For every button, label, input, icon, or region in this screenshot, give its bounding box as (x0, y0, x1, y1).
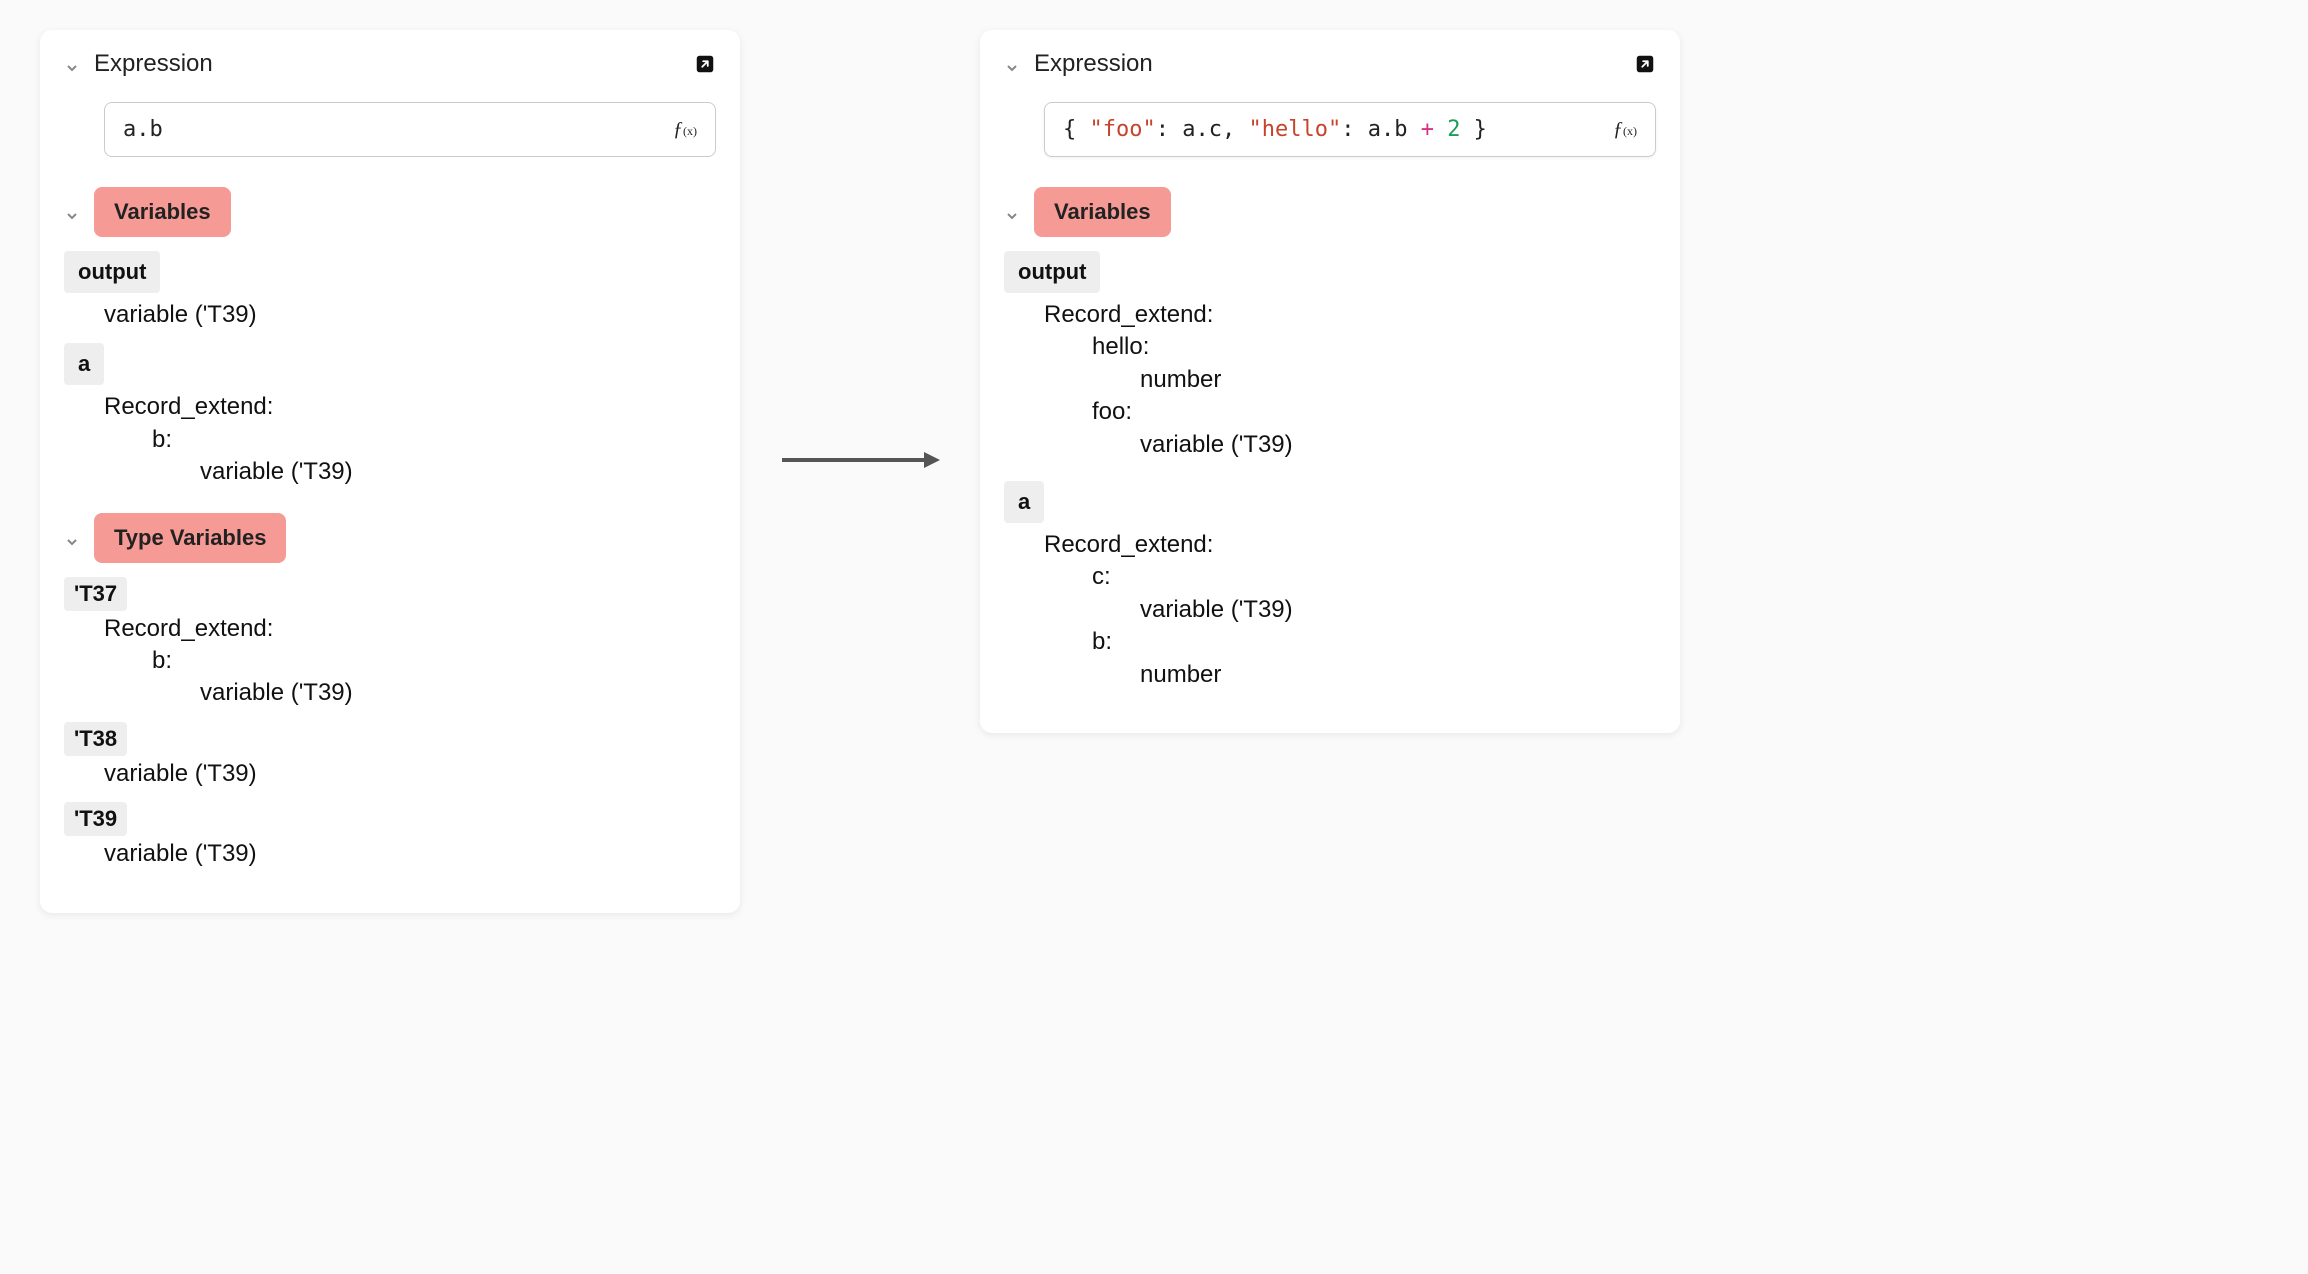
token-comma: , (1222, 117, 1249, 142)
token-colon: : (1341, 117, 1368, 142)
token-brace-close: } (1460, 117, 1487, 142)
record-field-c-type: variable ('T39) (1140, 594, 1656, 626)
expression-panel-right: Expression { "foo": a.c, "hello": a.b + … (980, 30, 1680, 733)
record-field-b-type: variable ('T39) (200, 456, 716, 488)
variable-name[interactable]: a (64, 343, 104, 385)
variable-type: variable ('T39) (104, 299, 716, 331)
type-variable-name[interactable]: 'T38 (64, 722, 127, 756)
variable-output: output variable ('T39) (64, 251, 716, 331)
expression-code: a.b (123, 117, 661, 142)
token-string-hello: "hello" (1248, 117, 1341, 142)
panel-title: Expression (94, 50, 213, 78)
record-field-b-type: number (1140, 659, 1656, 691)
type-variable-name[interactable]: 'T37 (64, 577, 127, 611)
panel-header-left: Expression (1004, 50, 1153, 78)
token-ident-ab: a.b (1368, 117, 1421, 142)
variables-section-header: Variables (1004, 187, 1656, 237)
record-extend-label: Record_extend: (104, 391, 716, 423)
variable-output: output Record_extend: hello: number foo:… (1004, 251, 1656, 461)
record-extend-label: Record_extend: (1044, 299, 1656, 331)
record-field-b: b: (152, 424, 716, 456)
token-brace-open: { (1063, 117, 1090, 142)
variables-chip[interactable]: Variables (1034, 187, 1171, 237)
record-field-foo-type: variable ('T39) (1140, 429, 1656, 461)
panel-header: Expression (64, 50, 716, 78)
variable-name[interactable]: output (1004, 251, 1100, 293)
token-number-2: 2 (1447, 117, 1460, 142)
chevron-down-icon[interactable] (64, 56, 80, 72)
expression-panel-left: Expression a.b ƒ(x) Variables output var… (40, 30, 740, 913)
record-field-b: b: (152, 645, 716, 677)
variable-name[interactable]: a (1004, 481, 1044, 523)
record-extend-label: Record_extend: (1044, 529, 1656, 561)
record-field-hello-type: number (1140, 364, 1656, 396)
token-colon: : (1156, 117, 1183, 142)
expression-input[interactable]: { "foo": a.c, "hello": a.b + 2 } ƒ(x) (1044, 102, 1656, 157)
variable-type: variable ('T39) (104, 758, 716, 790)
type-variable-t38: 'T38 variable ('T39) (64, 722, 716, 790)
token-operator-plus: + (1421, 117, 1434, 142)
variable-a: a Record_extend: c: variable ('T39) b: n… (1004, 481, 1656, 691)
variable-name[interactable]: output (64, 251, 160, 293)
variable-a: a Record_extend: b: variable ('T39) (64, 343, 716, 488)
record-field-foo: foo: (1092, 396, 1656, 428)
fx-icon[interactable]: ƒ(x) (1613, 118, 1637, 141)
variable-type: variable ('T39) (104, 838, 716, 870)
token-string-foo: "foo" (1090, 117, 1156, 142)
panel-header-left: Expression (64, 50, 213, 78)
type-variables-chip[interactable]: Type Variables (94, 513, 286, 563)
record-field-b-type: variable ('T39) (200, 677, 716, 709)
fx-icon[interactable]: ƒ(x) (673, 118, 697, 141)
chevron-down-icon[interactable] (64, 204, 80, 220)
chevron-down-icon[interactable] (1004, 56, 1020, 72)
panel-header: Expression (1004, 50, 1656, 78)
type-variables-section-header: Type Variables (64, 513, 716, 563)
panel-title: Expression (1034, 50, 1153, 78)
arrow-right-icon (780, 290, 940, 630)
token-ident-ac: a.c (1182, 117, 1222, 142)
record-field-c: c: (1092, 561, 1656, 593)
record-field-hello: hello: (1092, 331, 1656, 363)
record-extend-label: Record_extend: (104, 613, 716, 645)
chevron-down-icon[interactable] (1004, 204, 1020, 220)
variables-chip[interactable]: Variables (94, 187, 231, 237)
chevron-down-icon[interactable] (64, 530, 80, 546)
expand-icon[interactable] (1634, 53, 1656, 75)
expression-code: { "foo": a.c, "hello": a.b + 2 } (1063, 117, 1601, 142)
record-field-b: b: (1092, 626, 1656, 658)
type-variable-t37: 'T37 Record_extend: b: variable ('T39) (64, 577, 716, 710)
token-space (1434, 117, 1447, 142)
expand-icon[interactable] (694, 53, 716, 75)
variables-section-header: Variables (64, 187, 716, 237)
expression-input[interactable]: a.b ƒ(x) (104, 102, 716, 157)
type-variable-t39: 'T39 variable ('T39) (64, 802, 716, 870)
type-variable-name[interactable]: 'T39 (64, 802, 127, 836)
